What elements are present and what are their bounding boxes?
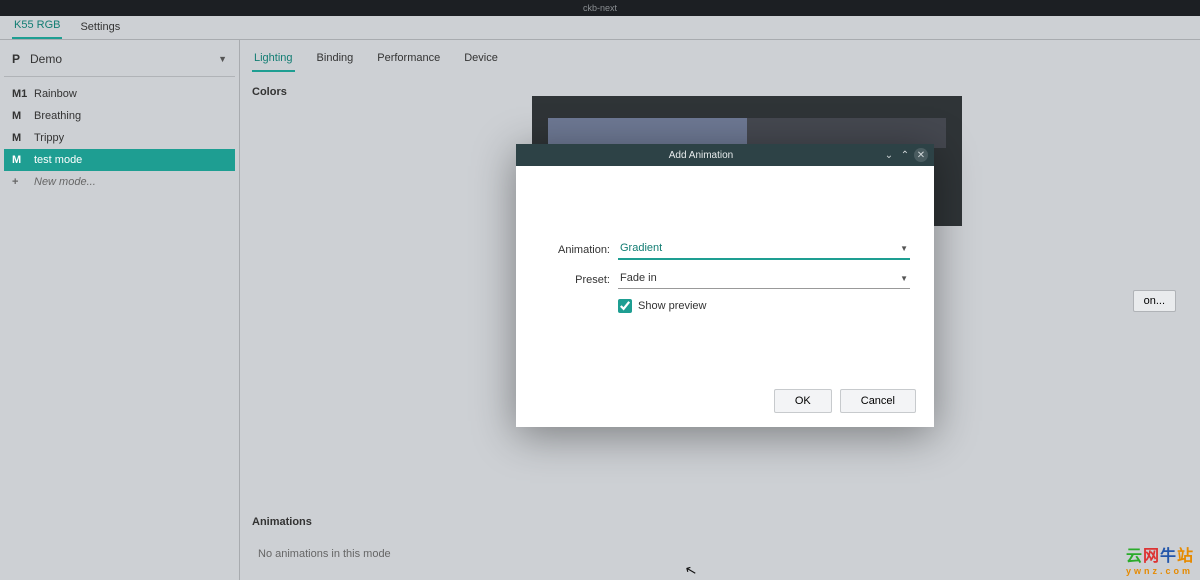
tab-device[interactable]: K55 RGB: [12, 15, 62, 39]
sidebar: P Demo ▼ M1 Rainbow M Breathing M Trippy…: [0, 40, 240, 580]
animation-select[interactable]: Gradient ▼: [618, 240, 910, 260]
top-tabs: K55 RGB Settings: [0, 16, 1200, 40]
mode-item-rainbow[interactable]: M1 Rainbow: [4, 83, 235, 105]
mode-item-breathing[interactable]: M Breathing: [4, 105, 235, 127]
profile-prefix: P: [12, 52, 20, 66]
profile-name: Demo: [30, 52, 62, 66]
minimize-icon[interactable]: ⌄: [882, 148, 896, 162]
subtab-binding[interactable]: Binding: [315, 48, 356, 72]
close-icon[interactable]: ✕: [914, 148, 928, 162]
chevron-down-icon: ▼: [900, 244, 908, 253]
preset-select[interactable]: Fade in ▼: [618, 270, 910, 289]
preset-label: Preset:: [540, 274, 610, 286]
sub-tabs: Lighting Binding Performance Device: [248, 40, 1192, 72]
show-preview-checkbox[interactable]: [618, 299, 632, 313]
mode-item-test-mode[interactable]: M test mode: [4, 149, 235, 171]
plus-icon: +: [12, 176, 34, 188]
watermark: 云网牛站 ywnz.com: [1126, 542, 1194, 576]
animation-label: Animation:: [540, 244, 610, 256]
subtab-lighting[interactable]: Lighting: [252, 48, 295, 72]
ok-button[interactable]: OK: [774, 389, 832, 413]
dialog-title: Add Animation: [522, 150, 880, 161]
window-title: ckb-next: [583, 3, 617, 13]
subtab-device[interactable]: Device: [462, 48, 500, 72]
show-preview-label: Show preview: [638, 300, 706, 312]
animations-heading: Animations: [248, 502, 401, 534]
new-animation-button-partial[interactable]: on...: [1133, 290, 1176, 312]
dialog-titlebar[interactable]: Add Animation ⌄ ⌃ ✕: [516, 144, 934, 166]
chevron-down-icon: ▼: [218, 54, 227, 64]
add-animation-dialog: Add Animation ⌄ ⌃ ✕ Animation: Gradient …: [516, 144, 934, 427]
tab-settings[interactable]: Settings: [78, 17, 122, 39]
subtab-performance[interactable]: Performance: [375, 48, 442, 72]
new-mode-button[interactable]: + New mode...: [4, 171, 235, 193]
window-titlebar: ckb-next: [0, 0, 1200, 16]
animations-empty-text: No animations in this mode: [248, 534, 401, 560]
maximize-icon[interactable]: ⌃: [898, 148, 912, 162]
cancel-button[interactable]: Cancel: [840, 389, 916, 413]
mode-item-trippy[interactable]: M Trippy: [4, 127, 235, 149]
profile-dropdown[interactable]: P Demo ▼: [4, 48, 235, 77]
chevron-down-icon: ▼: [900, 274, 908, 283]
